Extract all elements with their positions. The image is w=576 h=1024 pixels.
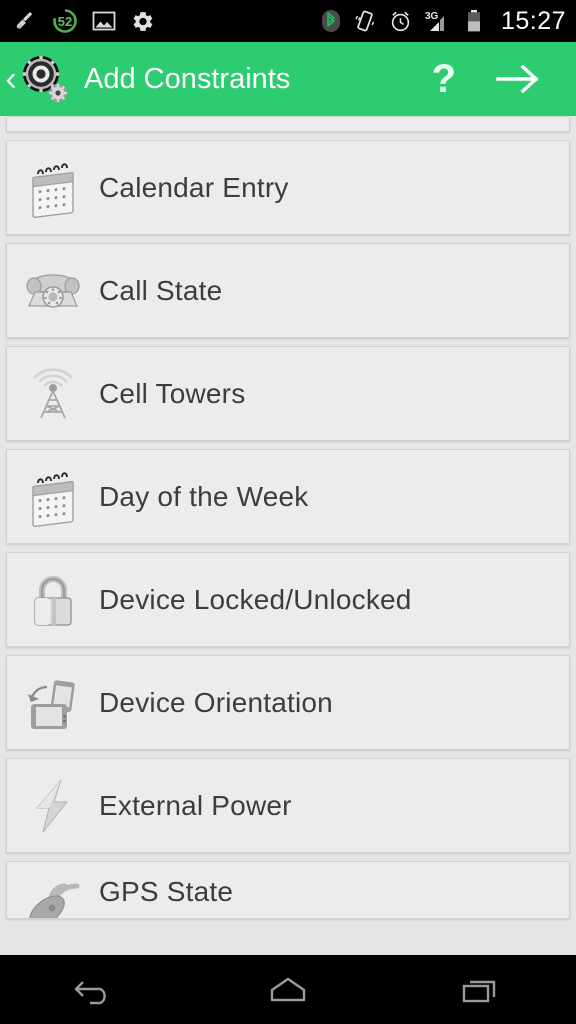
next-arrow-button[interactable] [496, 62, 542, 96]
list-item-label: Call State [99, 274, 223, 306]
navigation-bar [0, 955, 576, 1024]
bluetooth-icon [321, 9, 341, 33]
broom-cleaner-icon [14, 9, 38, 33]
list-item-label: GPS State [99, 876, 234, 907]
device-rotation-icon [7, 655, 99, 750]
nav-home-button[interactable] [228, 955, 348, 1024]
list-item-label: External Power [99, 789, 292, 821]
gears-app-icon [18, 53, 70, 105]
status-bar-clock: 15:27 [500, 6, 566, 35]
nav-recents-button[interactable] [420, 955, 540, 1024]
calendar-icon [7, 140, 99, 235]
list-item-label: Day of the Week [99, 480, 309, 512]
list-item-label: Device Locked/Unlocked [99, 583, 412, 615]
svg-text:3G: 3G [425, 11, 439, 22]
image-gallery-icon [92, 10, 116, 32]
phone-screen: 52 3G 15:27 ‹ Add Constraints ? Calendar… [0, 0, 576, 1024]
list-item-label: Calendar Entry [99, 171, 289, 203]
page-title: Add Constraints [84, 62, 291, 95]
app-bar-actions: ? [432, 59, 576, 99]
list-item[interactable]: Cell Towers [6, 346, 570, 441]
app-bar: ‹ Add Constraints ? [0, 42, 576, 116]
telephone-icon [7, 243, 99, 338]
list-item[interactable]: GPS State [6, 861, 570, 919]
gear-settings-icon [130, 9, 155, 34]
lightning-bolt-icon [7, 758, 99, 853]
satellite-dish-icon [7, 862, 99, 918]
help-button[interactable]: ? [432, 59, 456, 99]
list-item[interactable]: Day of the Week [6, 449, 570, 544]
constraints-list[interactable]: Calendar Entry Call State Cell Towers Da… [0, 116, 576, 955]
list-item-partial-above[interactable] [6, 116, 570, 132]
alarm-clock-icon [389, 10, 412, 33]
calendar-icon [7, 449, 99, 544]
list-item[interactable]: Device Orientation [6, 655, 570, 750]
cell-tower-icon [7, 346, 99, 441]
list-item[interactable]: Device Locked/Unlocked [6, 552, 570, 647]
status-bar-left-icons: 52 [14, 8, 155, 34]
list-item[interactable]: External Power [6, 758, 570, 853]
list-item-label: Cell Towers [99, 377, 246, 409]
nav-back-button[interactable] [36, 955, 156, 1024]
padlock-icon [7, 552, 99, 647]
vibrate-mode-icon [354, 9, 376, 33]
battery-icon [466, 9, 482, 33]
signal-3g-icon: 3G [425, 9, 453, 33]
list-item[interactable]: Call State [6, 243, 570, 338]
status-bar: 52 3G 15:27 [0, 0, 576, 42]
list-item-label: Device Orientation [99, 686, 333, 718]
battery-percent-badge-icon: 52 [52, 8, 78, 34]
status-bar-right-icons: 3G 15:27 [321, 7, 566, 36]
list-item[interactable]: Calendar Entry [6, 140, 570, 235]
